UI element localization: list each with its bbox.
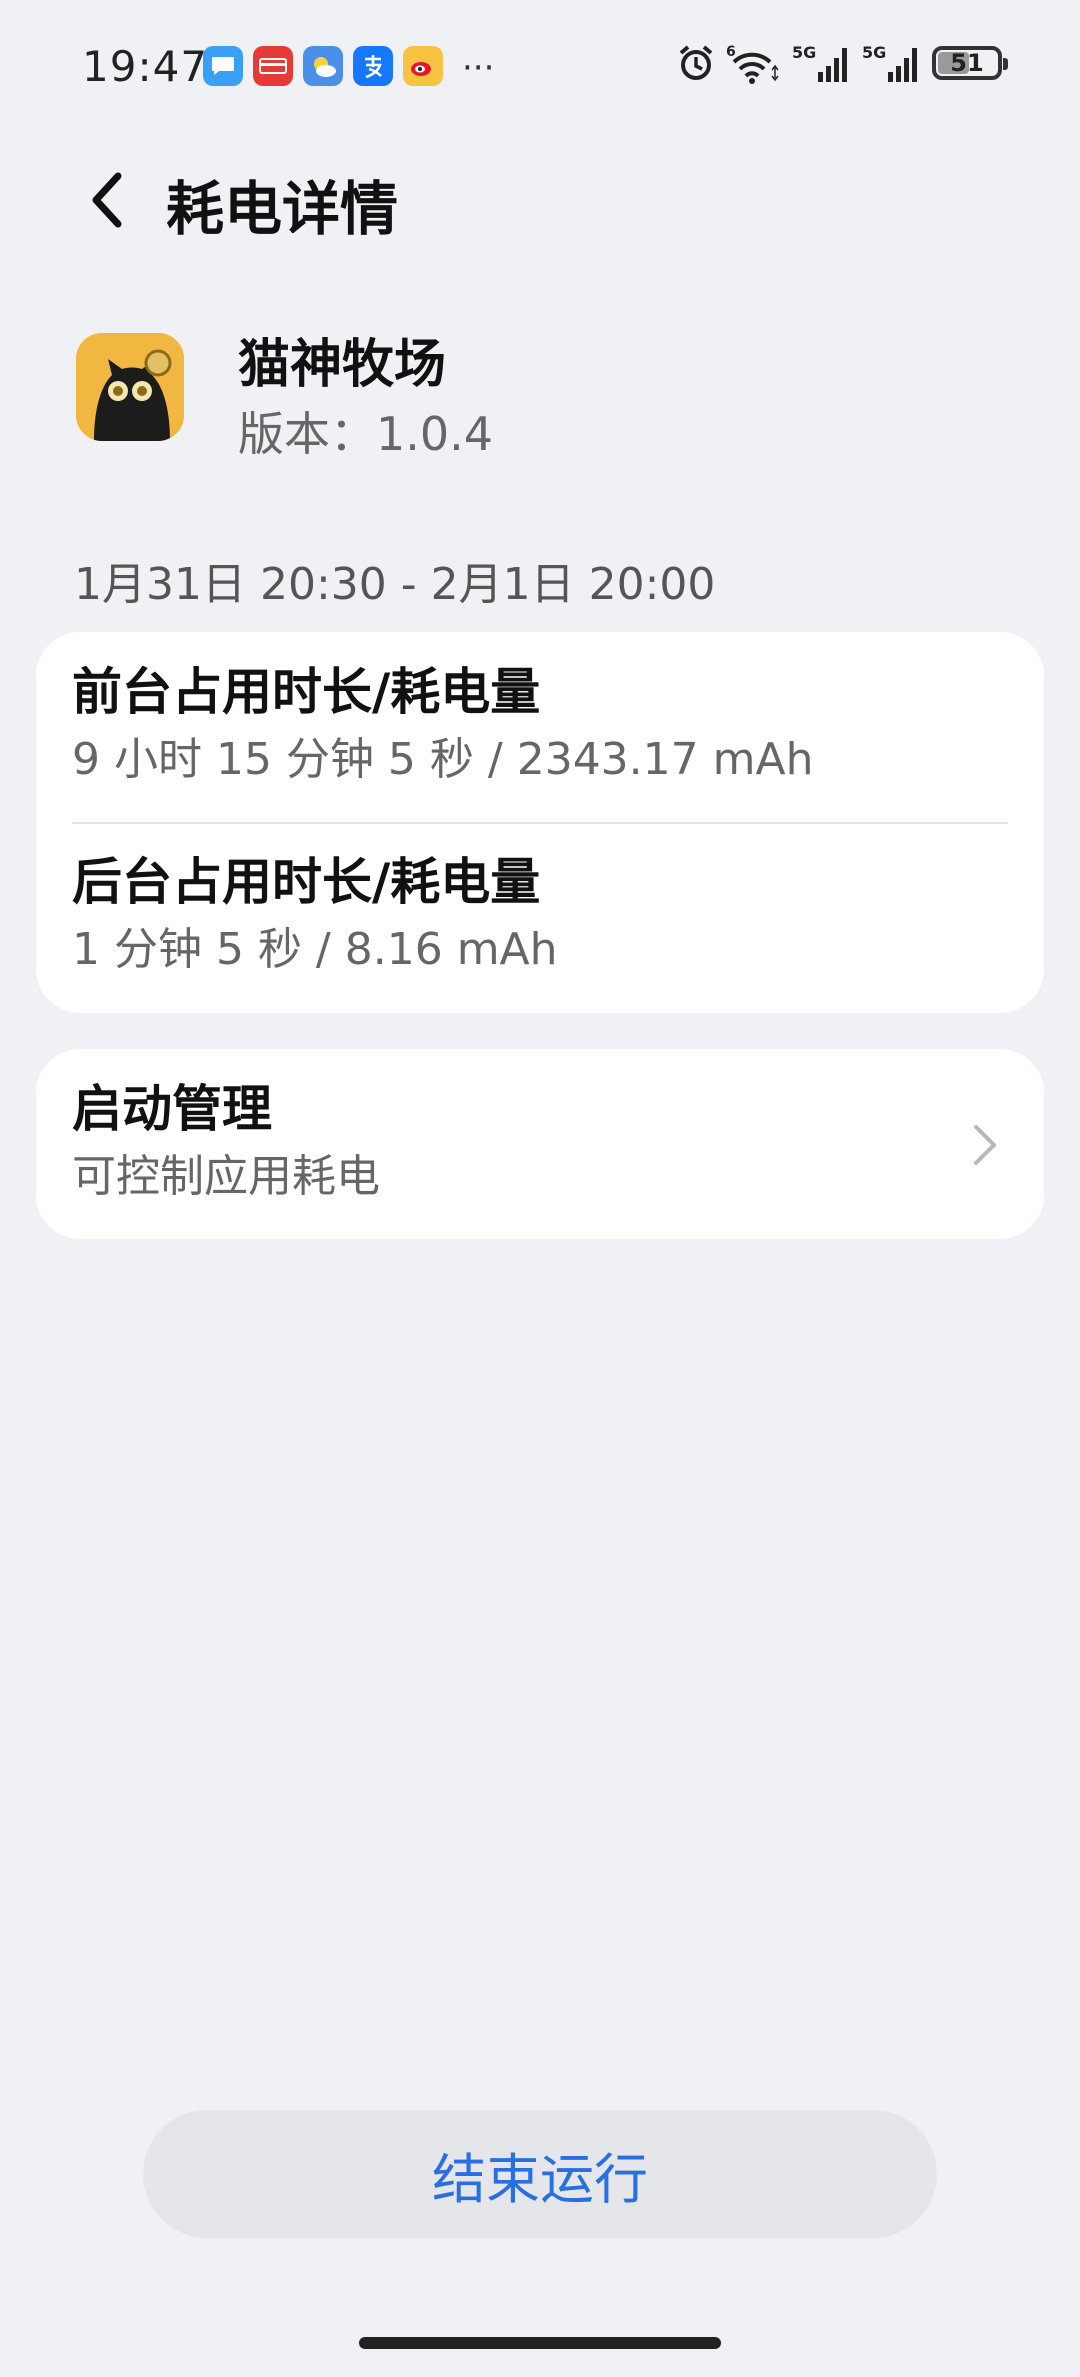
- battery-icon: 51: [932, 46, 1008, 80]
- date-range: 1月31日 20:30 - 2月1日 20:00: [74, 559, 716, 610]
- home-indicator[interactable]: [359, 2337, 721, 2349]
- startup-management-subtitle: 可控制应用耗电: [72, 1151, 380, 1202]
- usage-card: 前台占用时长/耗电量 9 小时 15 分钟 5 秒 / 2343.17 mAh …: [36, 632, 1044, 1013]
- notification-icons: [203, 46, 443, 86]
- signal-5g-icon: 5G: [792, 43, 847, 82]
- startup-management-title: 启动管理: [72, 1080, 272, 1138]
- alarm-icon: [679, 45, 713, 80]
- app-version: 版本：1.0.4: [238, 407, 494, 461]
- battery-level: 51: [950, 49, 984, 77]
- more-notifications-icon: ···: [462, 48, 495, 88]
- app-icon: [76, 333, 184, 441]
- sim2-label: 5G: [862, 43, 886, 62]
- startup-management-row: 启动管理 可控制应用耗电: [72, 1079, 1008, 1204]
- chevron-right-icon: [974, 1125, 996, 1165]
- weather-icon: [303, 46, 343, 86]
- app-name: 猫神牧场: [238, 335, 447, 395]
- message-icon: [203, 46, 243, 86]
- foreground-usage-value: 9 小时 15 分钟 5 秒 / 2343.17 mAh: [72, 734, 814, 785]
- foreground-usage-title: 前台占用时长/耗电量: [72, 663, 541, 721]
- weibo-icon: [403, 46, 443, 86]
- signal-5g-icon: 5G: [862, 43, 917, 82]
- background-usage-row: 后台占用时长/耗电量 1 分钟 5 秒 / 8.16 mAh: [72, 852, 1008, 977]
- sim1-label: 5G: [792, 43, 816, 62]
- page-title: 耗电详情: [166, 175, 399, 243]
- chevron-left-icon: [92, 172, 122, 228]
- wifi-badge: 6: [726, 44, 736, 60]
- startup-management-item[interactable]: 启动管理 可控制应用耗电: [36, 1049, 1044, 1239]
- foreground-usage-row: 前台占用时长/耗电量 9 小时 15 分钟 5 秒 / 2343.17 mAh: [72, 662, 1008, 787]
- alipay-icon: [353, 46, 393, 86]
- wifi-icon: 6: [726, 44, 779, 84]
- end-run-button[interactable]: 结束运行: [143, 2110, 937, 2238]
- status-time: 19:47: [82, 42, 209, 91]
- system-icons: 6 5G 5G 51: [676, 42, 1008, 84]
- back-button[interactable]: [78, 160, 138, 240]
- status-bar: 19:47 ··· 6 5G 5G 51: [0, 0, 1080, 120]
- divider: [72, 822, 1008, 824]
- background-usage-value: 1 分钟 5 秒 / 8.16 mAh: [72, 924, 558, 975]
- background-usage-title: 后台占用时长/耗电量: [72, 853, 541, 911]
- union-pay-icon: [253, 46, 293, 86]
